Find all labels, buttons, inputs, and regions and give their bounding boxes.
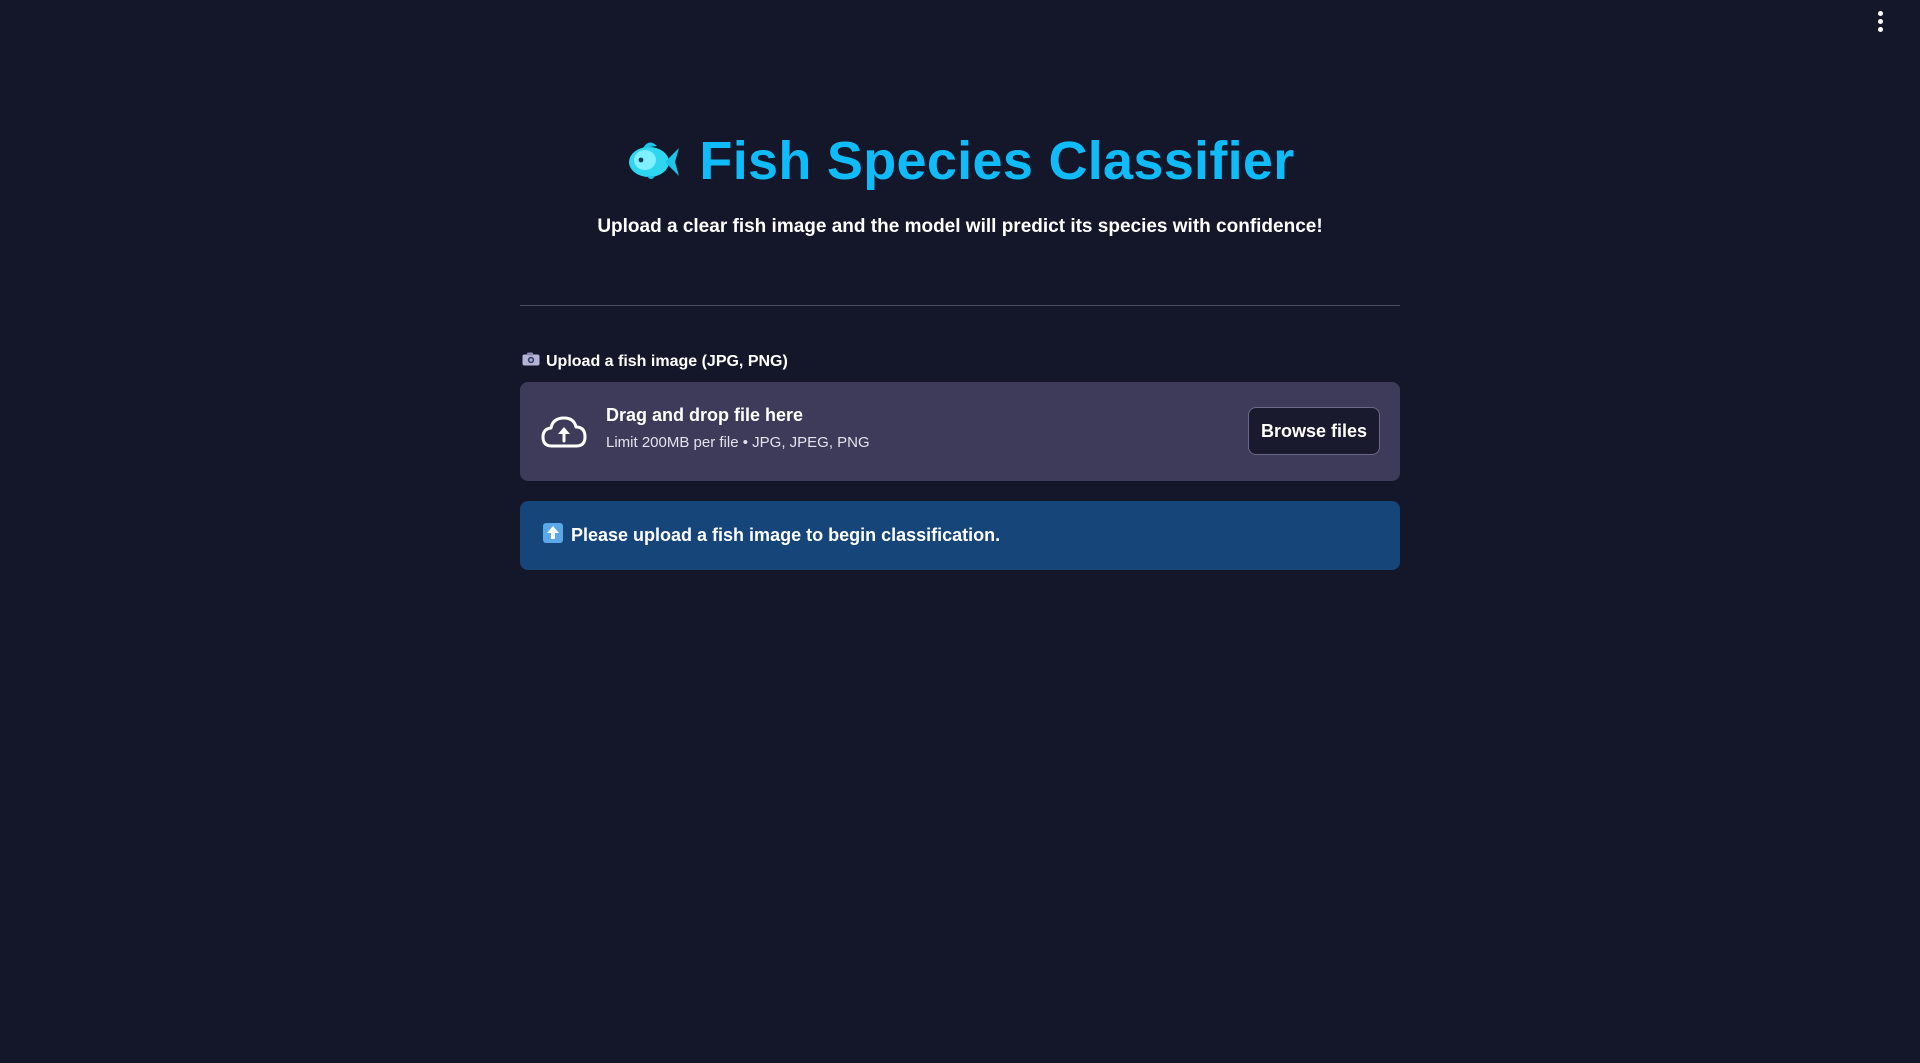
dropzone-limit: Limit 200MB per file • JPG, JPEG, PNG — [606, 434, 870, 451]
vertical-dots-icon — [1877, 10, 1883, 16]
uploader-label-text: Upload a fish image (JPG, PNG) — [546, 352, 788, 370]
menu-dot — [1877, 18, 1883, 24]
dropzone-title: Drag and drop file here — [606, 405, 804, 425]
up-arrow-icon — [543, 523, 563, 548]
browse-files-button[interactable]: Browse files — [1248, 407, 1380, 455]
main-menu-button[interactable] — [1868, 8, 1892, 34]
page-subtitle: Upload a clear fish image and the model … — [597, 216, 1323, 237]
dropzone-text: Drag and drop file here Limit 200MB per … — [606, 405, 870, 451]
info-alert: Please upload a fish image to begin clas… — [520, 501, 1400, 570]
cloud-upload-icon — [540, 412, 588, 455]
title-row: Fish Species Classifier — [520, 128, 1400, 194]
info-message: Please upload a fish image to begin clas… — [571, 525, 1001, 545]
file-dropzone[interactable]: Drag and drop file here Limit 200MB per … — [520, 382, 1400, 481]
divider — [520, 305, 1400, 306]
page-title: Fish Species Classifier — [699, 131, 1295, 191]
menu-dot — [1877, 26, 1883, 32]
fish-icon — [625, 136, 681, 186]
uploader-label: Upload a fish image (JPG, PNG) — [522, 352, 788, 371]
camera-icon — [522, 352, 540, 371]
